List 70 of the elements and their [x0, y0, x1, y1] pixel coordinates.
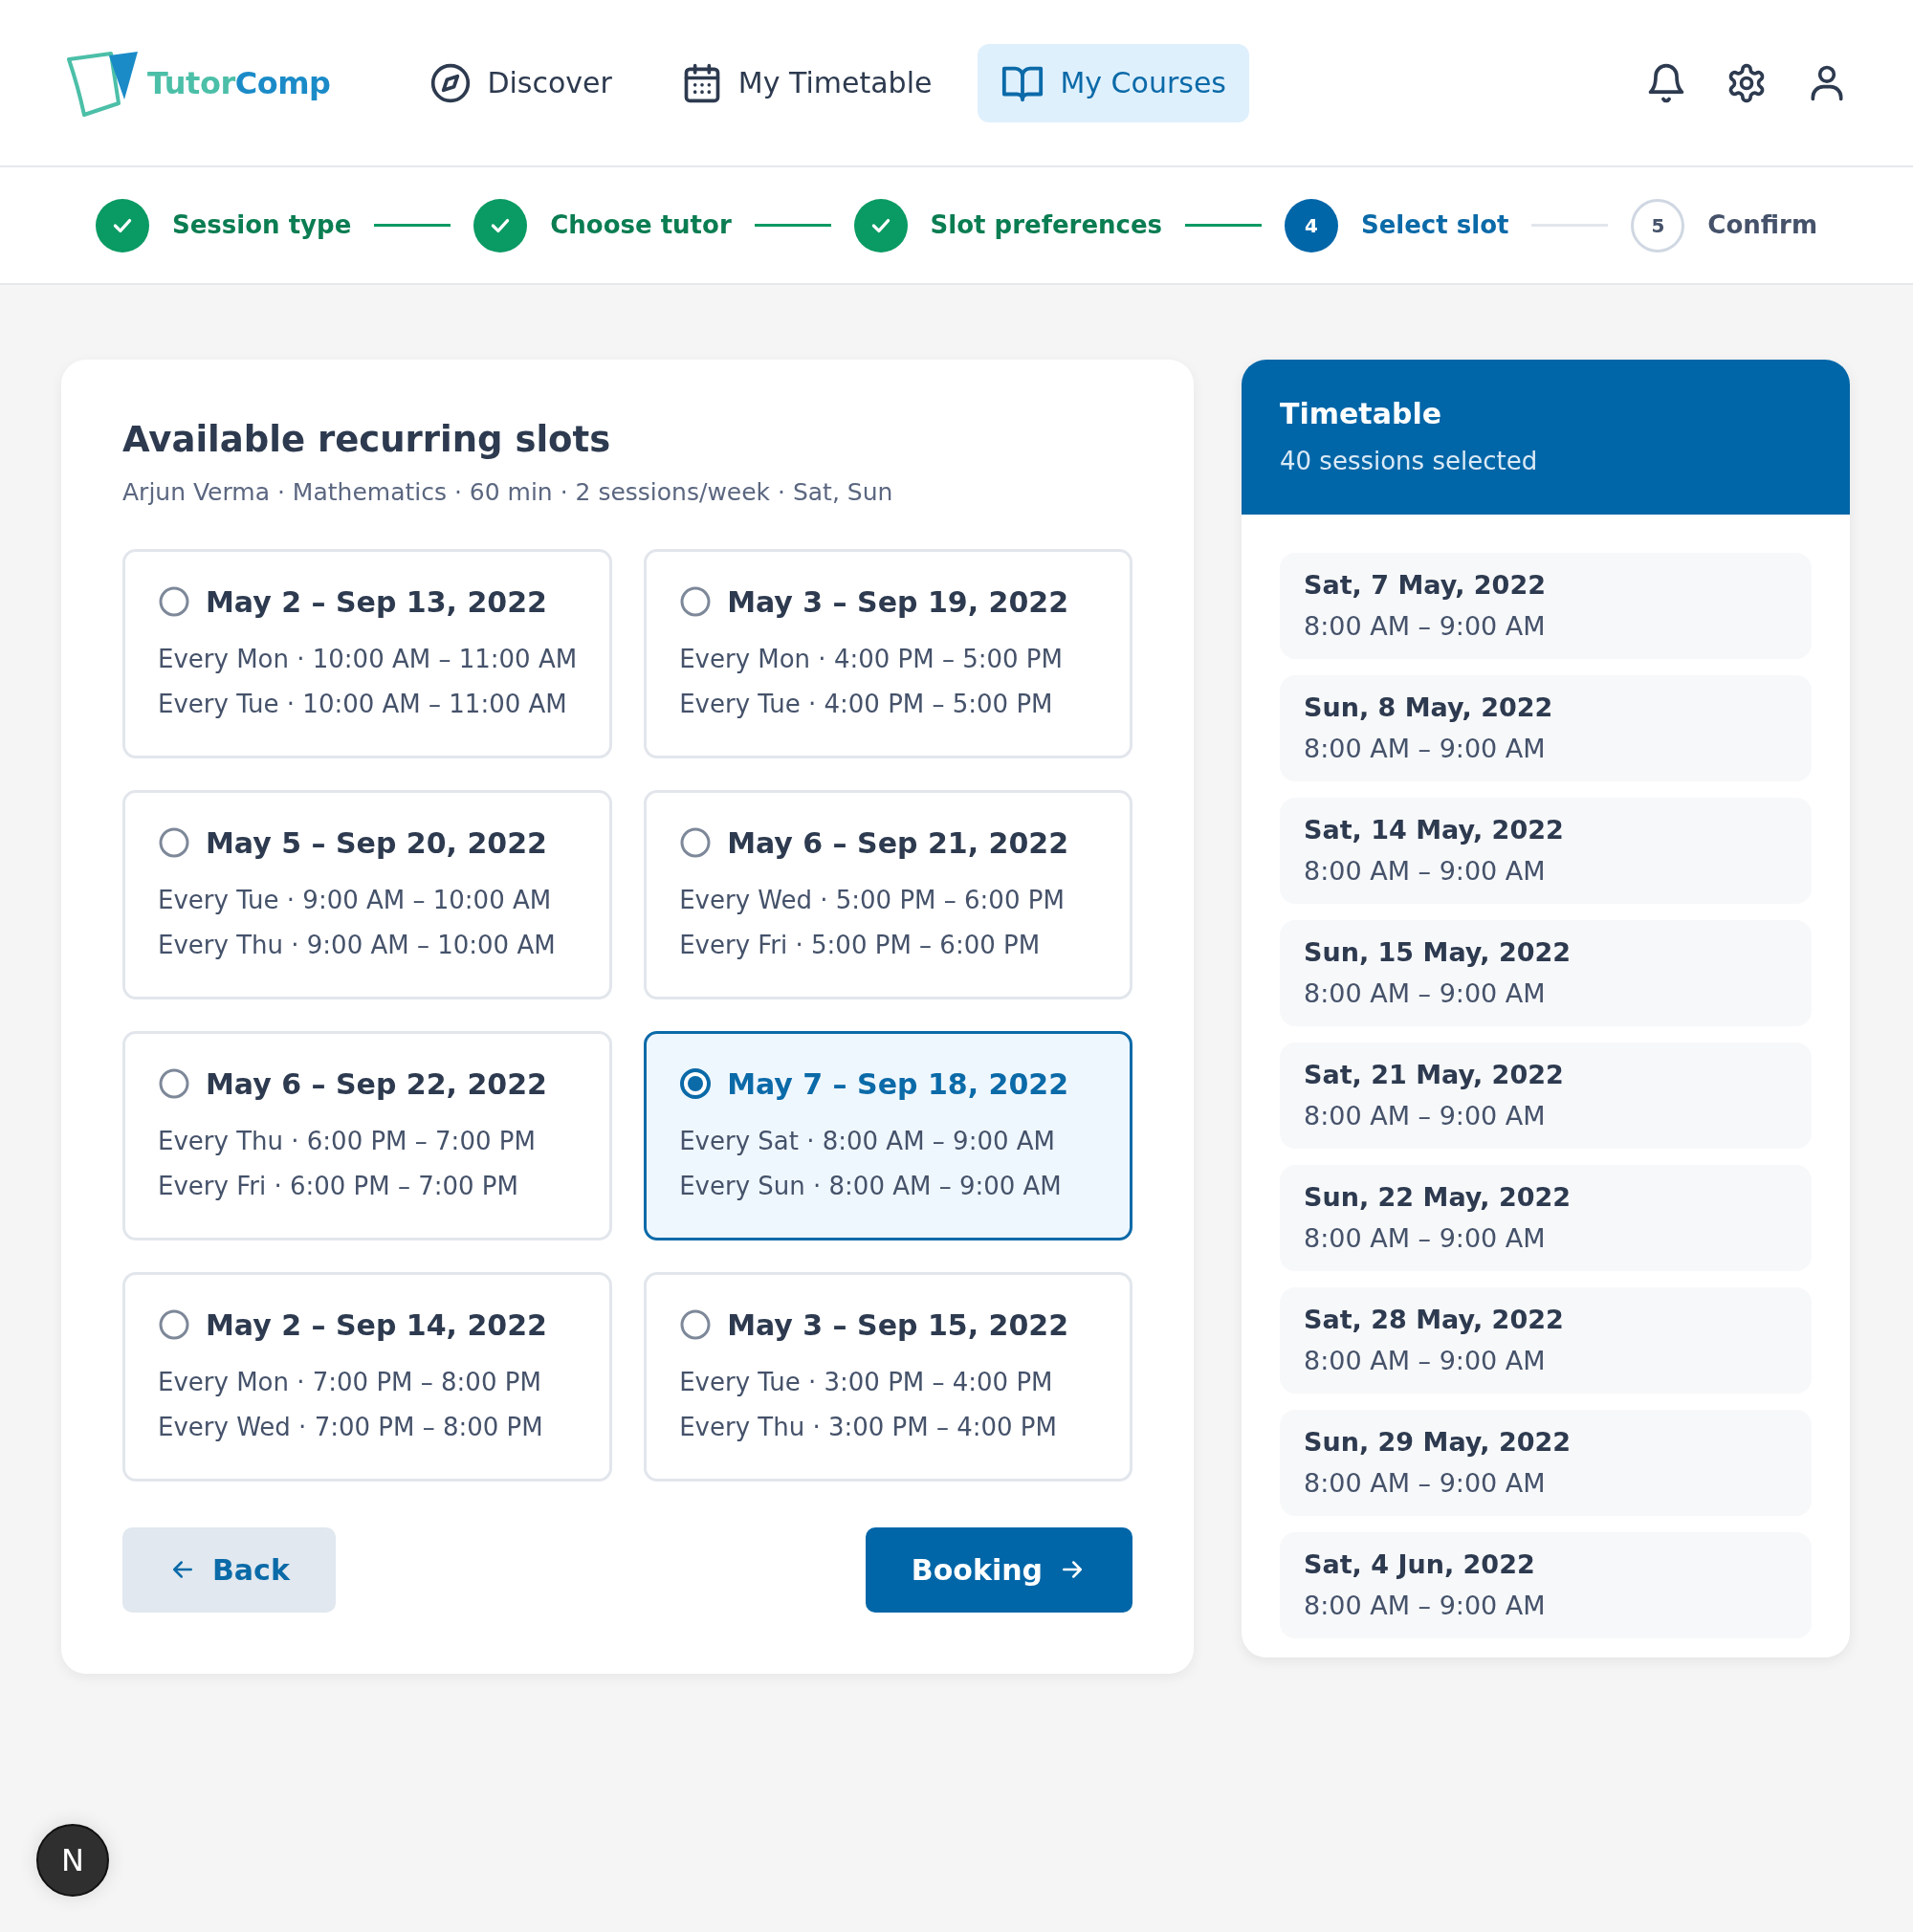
session-date: Sun, 22 May, 2022	[1304, 1181, 1572, 1214]
session-time: 8:00 AM – 9:00 AM	[1304, 1589, 1547, 1622]
session-time: 8:00 AM – 9:00 AM	[1304, 609, 1547, 643]
sessions-count: 40 sessions selected	[1280, 446, 1539, 477]
slot-option[interactable]: May 5 – Sep 20, 2022 Every Tue · 9:00 AM – 10:00 AM Every Thu · 9:00 AM – 10:00 AM	[122, 789, 613, 999]
slot-schedule: Every Sun · 8:00 AM – 9:00 AM	[679, 1170, 1063, 1202]
slot-date-range: May 3 – Sep 19, 2022	[727, 583, 1069, 621]
nav-tab[interactable]: My Courses	[978, 43, 1249, 122]
back-button[interactable]: Back	[122, 1526, 336, 1613]
nav-tab[interactable]: My Timetable	[657, 44, 956, 121]
booking-button[interactable]: Booking	[865, 1526, 1132, 1613]
slot-schedule: Every Tue · 9:00 AM – 10:00 AM	[158, 884, 553, 916]
step-label: Select slot	[1360, 209, 1509, 241]
session-date: Sun, 15 May, 2022	[1304, 936, 1572, 969]
slot-date-range: May 5 – Sep 20, 2022	[206, 824, 547, 862]
session-date: Sat, 7 May, 2022	[1304, 569, 1547, 602]
slot-schedule: Every Wed · 7:00 PM – 8:00 PM	[158, 1411, 544, 1443]
slot-date-range: May 7 – Sep 18, 2022	[727, 1065, 1069, 1103]
session-date: Sun, 8 May, 2022	[1304, 692, 1554, 724]
session-date: Sun, 29 May, 2022	[1304, 1426, 1572, 1459]
slot-schedule: Every Mon · 4:00 PM – 5:00 PM	[679, 643, 1064, 675]
step-label: Choose tutor	[550, 209, 732, 241]
slot-schedule: Every Wed · 5:00 PM – 6:00 PM	[679, 884, 1066, 916]
slot-date-range: May 3 – Sep 15, 2022	[727, 1306, 1069, 1344]
slot-schedule: Every Thu · 6:00 PM – 7:00 PM	[158, 1125, 537, 1157]
step-label: Confirm	[1707, 209, 1817, 241]
slot-schedule: Every Fri · 6:00 PM – 7:00 PM	[158, 1170, 519, 1202]
slot-option[interactable]: May 7 – Sep 18, 2022 Every Sat · 8:00 AM – 9:00 AM Every Sun · 8:00 AM – 9:00 AM	[644, 1030, 1132, 1240]
slot-date-range: May 2 – Sep 14, 2022	[206, 1306, 547, 1344]
step-indicator: 4	[1284, 198, 1338, 252]
logo-icon	[65, 49, 140, 117]
slot-date-range: May 2 – Sep 13, 2022	[206, 583, 547, 621]
slot-option[interactable]: May 3 – Sep 15, 2022 Every Tue · 3:00 PM – 4:00 PM Every Thu · 3:00 PM – 4:00 PM	[644, 1271, 1132, 1482]
slot-schedule: Every Tue · 3:00 PM – 4:00 PM	[679, 1366, 1054, 1398]
slot-option[interactable]: May 3 – Sep 19, 2022 Every Mon · 4:00 PM – 5:00 PM Every Tue · 4:00 PM – 5:00 PM	[644, 548, 1132, 758]
session-time: 8:00 AM – 9:00 AM	[1304, 1466, 1547, 1500]
timetable-title: Timetable	[1280, 396, 1443, 432]
panel-subtitle: Arjun Verma · Mathematics · 60 min · 2 sessions/week · Sat, Sun	[122, 477, 894, 509]
session-time: 8:00 AM – 9:00 AM	[1304, 977, 1547, 1010]
session-date: Sat, 14 May, 2022	[1304, 814, 1565, 846]
slot-schedule: Every Thu · 9:00 AM – 10:00 AM	[158, 929, 557, 961]
slot-schedule: Every Mon · 10:00 AM – 11:00 AM	[158, 643, 578, 675]
session-time: 8:00 AM – 9:00 AM	[1304, 1344, 1547, 1377]
slot-option[interactable]: May 6 – Sep 21, 2022 Every Wed · 5:00 PM – 6:00 PM Every Fri · 5:00 PM – 6:00 PM	[644, 789, 1132, 999]
slot-schedule: Every Tue · 10:00 AM – 11:00 AM	[158, 688, 568, 720]
session-time: 8:00 AM – 9:00 AM	[1304, 732, 1547, 765]
nav-tab[interactable]: Discover	[407, 44, 635, 121]
slot-schedule: Every Sat · 8:00 AM – 9:00 AM	[679, 1125, 1056, 1157]
slot-date-range: May 6 – Sep 22, 2022	[206, 1065, 547, 1103]
panel-title: Available recurring slots	[122, 419, 612, 462]
slot-schedule: Every Tue · 4:00 PM – 5:00 PM	[679, 688, 1054, 720]
slot-schedule: Every Fri · 5:00 PM – 6:00 PM	[679, 929, 1042, 961]
slot-option[interactable]: May 2 – Sep 13, 2022 Every Mon · 10:00 AM – 11:00 AM Every Tue · 10:00 AM – 11:00 AM	[122, 548, 613, 758]
slot-date-range: May 6 – Sep 21, 2022	[727, 824, 1069, 862]
session-date: Sat, 4 Jun, 2022	[1304, 1548, 1536, 1581]
slot-option[interactable]: May 2 – Sep 14, 2022 Every Mon · 7:00 PM – 8:00 PM Every Wed · 7:00 PM – 8:00 PM	[122, 1271, 613, 1482]
session-time: 8:00 AM – 9:00 AM	[1304, 1099, 1547, 1132]
step-indicator: 5	[1631, 198, 1685, 252]
step-label: Session type	[172, 209, 352, 241]
dev-badge[interactable]: N	[36, 1824, 109, 1897]
slot-schedule: Every Thu · 3:00 PM – 4:00 PM	[679, 1411, 1058, 1443]
slot-schedule: Every Mon · 7:00 PM – 8:00 PM	[158, 1366, 542, 1398]
session-time: 8:00 AM – 9:00 AM	[1304, 854, 1547, 888]
session-date: Sat, 21 May, 2022	[1304, 1059, 1565, 1091]
compass-icon	[429, 61, 473, 104]
session-time: 8:00 AM – 9:00 AM	[1304, 1221, 1547, 1255]
step-label: Slot preferences	[930, 209, 1163, 241]
logo-text: TutorComp	[147, 63, 331, 103]
session-date: Sat, 28 May, 2022	[1304, 1304, 1565, 1336]
slot-option[interactable]: May 6 – Sep 22, 2022 Every Thu · 6:00 PM – 7:00 PM Every Fri · 6:00 PM – 7:00 PM	[122, 1030, 613, 1240]
